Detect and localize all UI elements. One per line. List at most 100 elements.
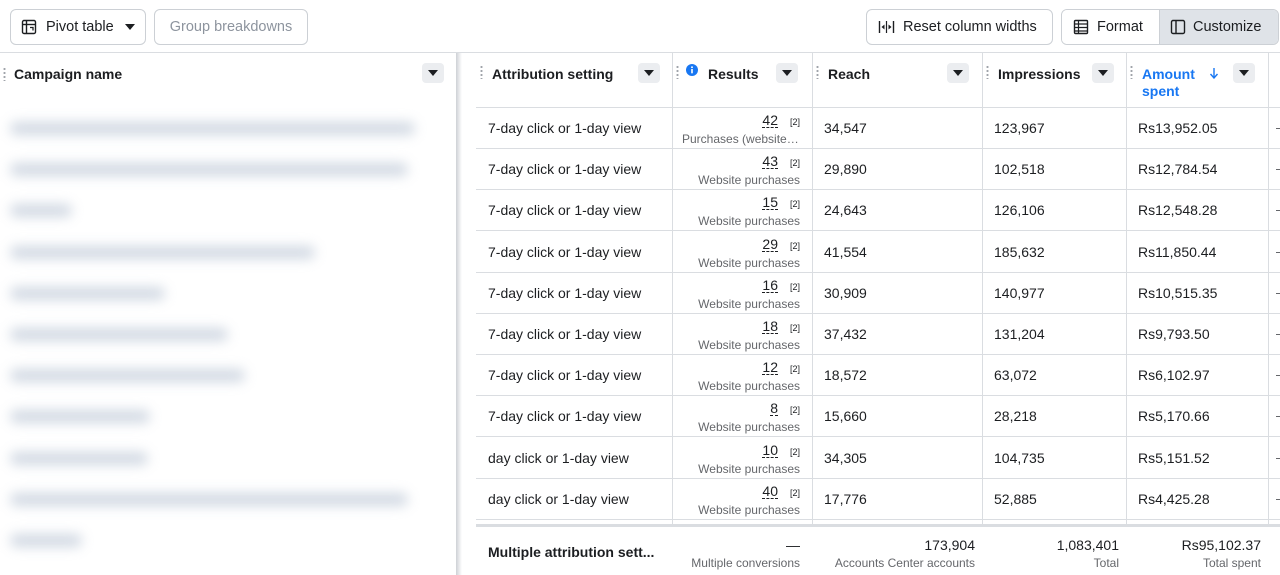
campaign-name-cell-redacted[interactable] <box>0 190 456 231</box>
column-menu-button[interactable] <box>1233 63 1255 83</box>
group-breakdowns-button[interactable]: Group breakdowns <box>154 9 308 45</box>
results-value-link[interactable]: 18 <box>762 319 778 334</box>
results-cell[interactable]: 8 [2] Website purchases <box>672 396 812 437</box>
frozen-column-divider[interactable] <box>456 53 462 575</box>
column-menu-button[interactable] <box>947 63 969 83</box>
reach-cell[interactable]: 34,547 <box>812 108 982 149</box>
results-cell[interactable]: 16 [2] Website purchases <box>672 273 812 314</box>
results-cell[interactable]: 40 [2] Website purchases <box>672 479 812 520</box>
table-row[interactable]: 7-day click or 1-day view 16 [2] Website pu… <box>476 273 1280 314</box>
drag-handle-icon[interactable] <box>480 65 483 79</box>
amount-spent-cell[interactable]: Rs12,784.54 <box>1126 149 1268 190</box>
format-button[interactable]: Format <box>1062 10 1160 44</box>
table-row[interactable]: day click or 1-day view 40 [2] Website purc… <box>476 479 1280 520</box>
amount-spent-cell[interactable]: Rs13,952.05 <box>1126 108 1268 149</box>
results-cell[interactable]: 29 [2] Website purchases <box>672 232 812 273</box>
amount-spent-cell[interactable]: Rs6,102.97 <box>1126 355 1268 396</box>
results-cell[interactable]: 12 [2] Website purchases <box>672 355 812 396</box>
table-row[interactable]: day click or 1-day view 10 [2] Website purc… <box>476 438 1280 479</box>
customize-button[interactable]: Customize <box>1160 10 1278 44</box>
campaign-name-cell-redacted[interactable] <box>0 149 456 190</box>
results-cell[interactable]: 15 [2] Website purchases <box>672 190 812 231</box>
column-header-reach[interactable]: Reach <box>812 53 982 108</box>
reset-column-widths-button[interactable]: Reset column widths <box>866 9 1053 45</box>
results-value-link[interactable]: 8 <box>770 401 778 417</box>
amount-spent-cell[interactable]: Rs12,548.28 <box>1126 190 1268 231</box>
results-cell[interactable]: 10 [2] Website purchases <box>672 438 812 479</box>
column-menu-button[interactable] <box>638 63 660 83</box>
impressions-cell[interactable]: 104,735 <box>982 438 1126 479</box>
table-row[interactable]: 7-day click or 1-day view 12 [2] Website pu… <box>476 355 1280 397</box>
column-header-results[interactable]: Results <box>672 53 812 108</box>
impressions-cell[interactable]: 126,106 <box>982 190 1126 231</box>
results-value-link[interactable]: 15 <box>762 195 778 211</box>
campaign-name-cell-redacted[interactable] <box>0 479 456 520</box>
campaign-name-cell-redacted[interactable] <box>0 438 456 479</box>
impressions-cell[interactable]: 123,967 <box>982 108 1126 149</box>
attribution-setting-cell[interactable]: 7-day click or 1-day view <box>476 396 672 437</box>
amount-spent-cell[interactable]: Rs10,515.35 <box>1126 273 1268 314</box>
impressions-cell[interactable]: 131,204 <box>982 314 1126 355</box>
results-cell[interactable]: 18 [2] Website purchases <box>672 314 812 355</box>
attribution-setting-cell[interactable]: 7-day click or 1-day view <box>476 190 672 231</box>
reach-cell[interactable]: 18,572 <box>812 355 982 396</box>
impressions-cell[interactable]: 63,072 <box>982 355 1126 396</box>
reach-cell[interactable]: 37,432 <box>812 314 982 355</box>
column-header-impressions[interactable]: Impressions <box>982 53 1126 108</box>
reach-cell[interactable]: 30,909 <box>812 273 982 314</box>
campaign-name-cell-redacted[interactable] <box>0 520 456 561</box>
drag-handle-icon[interactable] <box>676 65 679 79</box>
attribution-setting-cell[interactable]: 7-day click or 1-day view <box>476 314 672 355</box>
campaign-name-cell-redacted[interactable] <box>0 108 456 149</box>
reach-cell[interactable]: 17,776 <box>812 479 982 520</box>
amount-spent-cell[interactable]: Rs9,793.50 <box>1126 314 1268 355</box>
campaign-name-cell-redacted[interactable] <box>0 314 456 355</box>
results-cell[interactable]: 43 [2] Website purchases <box>672 149 812 190</box>
results-value-link[interactable]: 42 <box>762 113 778 128</box>
column-menu-button[interactable] <box>422 63 444 83</box>
amount-spent-cell[interactable]: Rs4,425.28 <box>1126 479 1268 520</box>
attribution-setting-cell[interactable]: day click or 1-day view <box>476 438 672 479</box>
campaign-name-cell-redacted[interactable] <box>0 355 456 396</box>
table-row[interactable]: 7-day click or 1-day view 8 [2] Website pur… <box>476 396 1280 438</box>
column-menu-button[interactable] <box>1092 63 1114 83</box>
table-row[interactable]: 7-day click or 1-day view 43 [2] Website pu… <box>476 149 1280 191</box>
reach-cell[interactable]: 41,554 <box>812 232 982 273</box>
results-value-link[interactable]: 40 <box>762 484 778 499</box>
table-row[interactable]: 7-day click or 1-day view 18 [2] Website pu… <box>476 314 1280 355</box>
reach-cell[interactable]: 34,305 <box>812 438 982 479</box>
reach-cell[interactable]: 24,643 <box>812 190 982 231</box>
impressions-cell[interactable]: 140,977 <box>982 273 1126 314</box>
results-value-link[interactable]: 12 <box>762 360 778 376</box>
results-cell[interactable]: 42 [2] Purchases (website ... <box>672 108 812 149</box>
attribution-setting-cell[interactable]: day click or 1-day view <box>476 479 672 520</box>
drag-handle-icon[interactable] <box>1130 65 1133 79</box>
reach-cell[interactable]: 29,890 <box>812 149 982 190</box>
column-header-amount-spent[interactable]: Amount spent <box>1126 53 1268 108</box>
campaign-name-cell-redacted[interactable] <box>0 396 456 437</box>
attribution-setting-cell[interactable]: 7-day click or 1-day view <box>476 273 672 314</box>
drag-handle-icon[interactable] <box>986 65 989 79</box>
attribution-setting-cell[interactable]: 7-day click or 1-day view <box>476 149 672 190</box>
table-row[interactable]: 7-day click or 1-day view 29 [2] Website pu… <box>476 232 1280 273</box>
attribution-setting-cell[interactable]: 7-day click or 1-day view <box>476 108 672 149</box>
amount-spent-cell[interactable]: Rs11,850.44 <box>1126 232 1268 273</box>
results-value-link[interactable]: 43 <box>762 154 778 170</box>
column-menu-button[interactable] <box>776 63 798 83</box>
impressions-cell[interactable]: 52,885 <box>982 479 1126 520</box>
impressions-cell[interactable]: 28,218 <box>982 396 1126 437</box>
table-row[interactable]: 7-day click or 1-day view 15 [2] Website pu… <box>476 190 1280 232</box>
campaign-name-cell-redacted[interactable] <box>0 273 456 314</box>
amount-spent-cell[interactable]: Rs5,151.52 <box>1126 438 1268 479</box>
reach-cell[interactable]: 15,660 <box>812 396 982 437</box>
results-value-link[interactable]: 16 <box>762 278 778 293</box>
results-value-link[interactable]: 10 <box>762 443 778 458</box>
amount-spent-cell[interactable]: Rs5,170.66 <box>1126 396 1268 437</box>
results-value-link[interactable]: 29 <box>762 237 778 252</box>
pivot-table-button[interactable]: Pivot table <box>10 9 146 45</box>
column-header-attribution-setting[interactable]: Attribution setting <box>476 53 672 108</box>
info-icon[interactable] <box>686 64 698 76</box>
impressions-cell[interactable]: 102,518 <box>982 149 1126 190</box>
attribution-setting-cell[interactable]: 7-day click or 1-day view <box>476 232 672 273</box>
attribution-setting-cell[interactable]: 7-day click or 1-day view <box>476 355 672 396</box>
